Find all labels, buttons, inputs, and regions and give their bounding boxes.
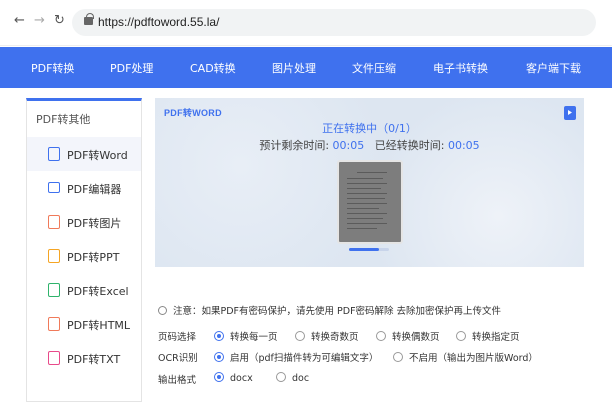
bookmark-icon[interactable] xyxy=(564,106,576,120)
forward-icon[interactable]: → xyxy=(34,13,45,29)
progress-fill xyxy=(349,248,379,251)
radio-specific-pages[interactable]: 转换指定页 xyxy=(456,329,520,343)
sidebar-item-pdf-ppt[interactable]: PDF转PPT xyxy=(27,239,141,273)
radio-docx[interactable]: docx xyxy=(214,372,253,384)
radio-ocr-enable[interactable]: 启用（pdf扫描件转为可编辑文字） xyxy=(214,350,378,364)
radio-label: 启用（pdf扫描件转为可编辑文字） xyxy=(230,353,379,364)
url-text: https://pdftoword.55.la/ xyxy=(98,15,220,29)
password-note: 注意：如果PDF有密码保护，请先使用 PDF密码解除 去除加密保护再上传文件 xyxy=(158,303,501,317)
pages-label: 页码选择 xyxy=(158,332,197,343)
ppt-doc-icon xyxy=(48,249,60,263)
radio-label: docx xyxy=(230,373,253,384)
nav-ebook-convert[interactable]: 电子书转换 xyxy=(433,60,488,76)
txt-doc-icon xyxy=(48,351,60,365)
word-doc-icon xyxy=(48,147,60,161)
nav-pdf-convert[interactable]: PDF转换 xyxy=(31,60,74,76)
note-text: 注意：如果PDF有密码保护，请先使用 PDF密码解除 去除加密保护再上传文件 xyxy=(173,306,502,317)
excel-doc-icon xyxy=(48,283,60,297)
radio-label: 转换指定页 xyxy=(472,332,520,343)
document-preview xyxy=(337,160,403,244)
sidebar-item-pdf-editor[interactable]: PDF编辑器 xyxy=(27,171,141,205)
sidebar-item-pdf-image[interactable]: PDF转图片 xyxy=(27,205,141,239)
nav-image-process[interactable]: 图片处理 xyxy=(272,60,316,76)
browser-toolbar: ← → ↻ https://pdftoword.55.la/ xyxy=(0,0,612,46)
radio-label: 转换奇数页 xyxy=(311,332,359,343)
html-doc-icon xyxy=(48,317,60,331)
sidebar-item-label: PDF转图片 xyxy=(67,217,122,230)
radio-doc[interactable]: doc xyxy=(276,372,309,384)
elapsed-label: 已经转换时间: xyxy=(374,139,445,152)
sidebar-item-label: PDF转TXT xyxy=(67,353,121,366)
sidebar-item-label: PDF转PPT xyxy=(67,251,120,264)
sidebar-item-label: PDF编辑器 xyxy=(67,183,122,196)
brand-logo: PDF转WORD xyxy=(164,108,222,118)
radio-circle xyxy=(214,372,224,382)
nav-client-download[interactable]: 客户端下载 xyxy=(526,60,581,76)
time-info: 预计剩余时间: 00:05 已经转换时间: 00:05 xyxy=(155,137,584,153)
sidebar-item-pdf-html[interactable]: PDF转HTML xyxy=(27,307,141,341)
sidebar-item-label: PDF转Word xyxy=(67,149,128,162)
nav-file-compress[interactable]: 文件压缩 xyxy=(352,60,396,76)
radio-circle xyxy=(393,352,403,362)
nav-cad-convert[interactable]: CAD转换 xyxy=(190,60,236,76)
remaining-value: 00:05 xyxy=(332,139,365,152)
format-label: 输出格式 xyxy=(158,375,197,386)
radio-even-pages[interactable]: 转换偶数页 xyxy=(376,329,440,343)
remaining-label: 预计剩余时间: xyxy=(259,139,330,152)
radio-label: 转换偶数页 xyxy=(392,332,440,343)
sidebar-heading: PDF转其他 xyxy=(36,113,91,126)
radio-circle xyxy=(276,372,286,382)
nav-pdf-process[interactable]: PDF处理 xyxy=(110,60,153,76)
radio-circle xyxy=(295,331,305,341)
top-nav: PDF转换 PDF处理 CAD转换 图片处理 文件压缩 电子书转换 客户端下载 xyxy=(0,47,612,88)
conversion-status: 正在转换中（0/1） xyxy=(322,122,417,135)
radio-circle xyxy=(214,331,224,341)
elapsed-value: 00:05 xyxy=(447,139,480,152)
radio-label: 转换每一页 xyxy=(230,332,278,343)
sidebar-item-label: PDF转HTML xyxy=(67,319,131,332)
back-icon[interactable]: ← xyxy=(14,13,25,29)
sidebar-item-pdf-txt[interactable]: PDF转TXT xyxy=(27,341,141,375)
radio-circle xyxy=(376,331,386,341)
address-bar[interactable]: https://pdftoword.55.la/ xyxy=(72,9,596,36)
ocr-label: OCR识别 xyxy=(158,353,198,364)
image-doc-icon xyxy=(48,215,60,229)
monitor-icon xyxy=(48,182,60,193)
sidebar-item-pdf-excel[interactable]: PDF转Excel xyxy=(27,273,141,307)
radio-label: doc xyxy=(292,373,310,384)
sidebar: PDF转其他 PDF转Word PDF编辑器 PDF转图片 PDF转PPT PD… xyxy=(26,98,142,402)
radio-circle xyxy=(214,352,224,362)
radio-every-page[interactable]: 转换每一页 xyxy=(214,329,278,343)
radio-label: 不启用（输出为图片版Word） xyxy=(409,353,538,364)
sidebar-item-label: PDF转Excel xyxy=(67,285,129,298)
gear-icon xyxy=(158,306,167,315)
progress-bar xyxy=(349,248,389,251)
radio-odd-pages[interactable]: 转换奇数页 xyxy=(295,329,359,343)
reload-icon[interactable]: ↻ xyxy=(54,13,65,29)
lock-icon xyxy=(84,13,94,25)
radio-circle xyxy=(456,331,466,341)
sidebar-item-pdf-word[interactable]: PDF转Word xyxy=(27,137,141,171)
radio-ocr-disable[interactable]: 不启用（输出为图片版Word） xyxy=(393,350,538,364)
conversion-panel: PDF转WORD 正在转换中（0/1） 预计剩余时间: 00:05 已经转换时间… xyxy=(155,98,584,267)
